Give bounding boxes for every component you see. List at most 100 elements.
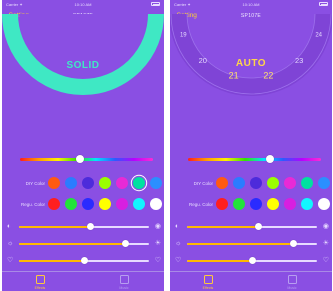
light-slider-thumb[interactable] [80,257,88,264]
diy-color-swatch[interactable] [116,177,128,189]
hue-slider-thumb[interactable] [266,155,275,163]
speed-slider-thumb[interactable] [87,223,94,230]
regular-color-swatch[interactable] [99,198,111,210]
dial-number[interactable]: 22 [263,70,273,80]
speed-slider[interactable] [19,223,149,230]
diy-color-swatch[interactable] [233,177,245,189]
light-max-icon: ♡ [322,257,329,264]
regular-color-swatch[interactable] [150,198,162,210]
right-phone-screen: Carrier ✦ 10:10 AM ‹ Setting SP107E 19 20… [170,0,332,291]
light-slider[interactable] [187,257,317,264]
effects-icon [35,275,45,284]
diy-color-label: DIY Color [193,180,213,186]
hue-slider-track[interactable] [188,158,321,161]
dial-number[interactable]: 19 [180,33,187,39]
tab-effects[interactable]: Effects [188,275,228,290]
diy-color-swatches [216,177,330,189]
light-slider-fill [19,259,84,262]
screenshot-pair: Carrier ✦ 10:10 AM ‹ Setting SP107E SOLI… [0,0,333,291]
solid-mode-dial[interactable] [2,0,164,150]
speed-min-icon: ◐ [7,223,12,230]
regular-color-swatch[interactable] [216,198,228,210]
brightness-max-icon: ☀ [322,240,329,247]
diy-color-label: DIY Color [25,180,45,186]
speed-slider-thumb[interactable] [255,223,262,230]
speed-slider-fill [187,225,259,228]
speed-max-icon: ◉ [154,223,161,230]
tab-music[interactable]: Music [272,275,312,290]
tab-effects[interactable]: Effects [20,275,60,290]
brightness-min-icon: ☼ [7,240,14,247]
regular-color-swatch[interactable] [233,198,245,210]
speed-slider[interactable] [187,223,317,230]
diy-color-swatch[interactable] [301,177,313,189]
speed-slider-fill [19,225,91,228]
diy-color-swatch[interactable] [99,177,111,189]
regular-color-swatch[interactable] [82,198,94,210]
light-max-icon: ♡ [154,257,161,264]
hue-slider-thumb[interactable] [75,155,84,163]
music-icon [119,275,129,284]
regular-color-row: Regu. Color [174,197,332,211]
light-slider-row: ♡ ♡ [175,256,329,265]
diy-color-swatch[interactable] [250,177,262,189]
diy-color-swatch[interactable] [48,177,60,189]
light-min-icon: ♡ [7,257,14,264]
diy-color-row: DIY Color [174,176,332,190]
regular-color-row: Regu. Color [6,197,164,211]
light-slider[interactable] [19,257,149,264]
regular-color-swatch[interactable] [301,198,313,210]
tab-music-label: Music [119,285,129,290]
speed-max-icon: ◉ [322,223,329,230]
speed-slider-row: ◐ ◉ [7,222,161,231]
regular-color-swatches [48,198,162,210]
diy-color-row: DIY Color [6,176,164,190]
dial-number[interactable]: 21 [229,70,239,80]
regular-color-swatch[interactable] [250,198,262,210]
diy-color-swatch[interactable] [133,177,145,189]
regular-color-swatch[interactable] [318,198,330,210]
hue-slider-track[interactable] [20,158,153,161]
diy-color-swatch[interactable] [82,177,94,189]
brightness-max-icon: ☀ [154,240,161,247]
regular-color-swatch[interactable] [284,198,296,210]
regular-color-swatches [216,198,330,210]
regular-color-label: Regu. Color [188,201,213,207]
tab-music-label: Music [287,285,297,290]
diy-color-swatches [48,177,162,189]
tab-effects-label: Effects [202,285,214,290]
tab-bar: Effects Music [2,271,164,291]
diy-color-swatch[interactable] [150,177,162,189]
brightness-slider-thumb[interactable] [122,240,130,247]
auto-mode-dial[interactable]: 192021 222324 [170,0,332,150]
diy-color-swatch[interactable] [65,177,77,189]
tab-effects-label: Effects [34,285,46,290]
regular-color-label: Regu. Color [20,201,45,207]
light-slider-fill [187,259,252,262]
speed-min-icon: ◐ [175,223,180,230]
diy-color-swatch[interactable] [318,177,330,189]
regular-color-swatch[interactable] [133,198,145,210]
brightness-slider-fill [19,242,126,245]
regular-color-swatch[interactable] [65,198,77,210]
regular-color-swatch[interactable] [48,198,60,210]
light-slider-row: ♡ ♡ [7,256,161,265]
brightness-slider-thumb[interactable] [290,240,298,247]
regular-color-swatch[interactable] [116,198,128,210]
mode-label[interactable]: SOLID [2,60,164,71]
tab-music[interactable]: Music [104,275,144,290]
regular-color-swatch[interactable] [267,198,279,210]
brightness-min-icon: ☼ [175,240,182,247]
light-slider-thumb[interactable] [248,257,256,264]
diy-color-swatch[interactable] [284,177,296,189]
speed-slider-row: ◐ ◉ [175,222,329,231]
brightness-slider-row: ☼ ☀ [7,239,161,248]
diy-color-swatch[interactable] [267,177,279,189]
mode-label[interactable]: AUTO [170,58,332,69]
brightness-slider-row: ☼ ☀ [175,239,329,248]
brightness-slider[interactable] [187,240,317,247]
music-icon [287,275,297,284]
brightness-slider[interactable] [19,240,149,247]
diy-color-swatch[interactable] [216,177,228,189]
dial-number[interactable]: 24 [315,33,322,39]
